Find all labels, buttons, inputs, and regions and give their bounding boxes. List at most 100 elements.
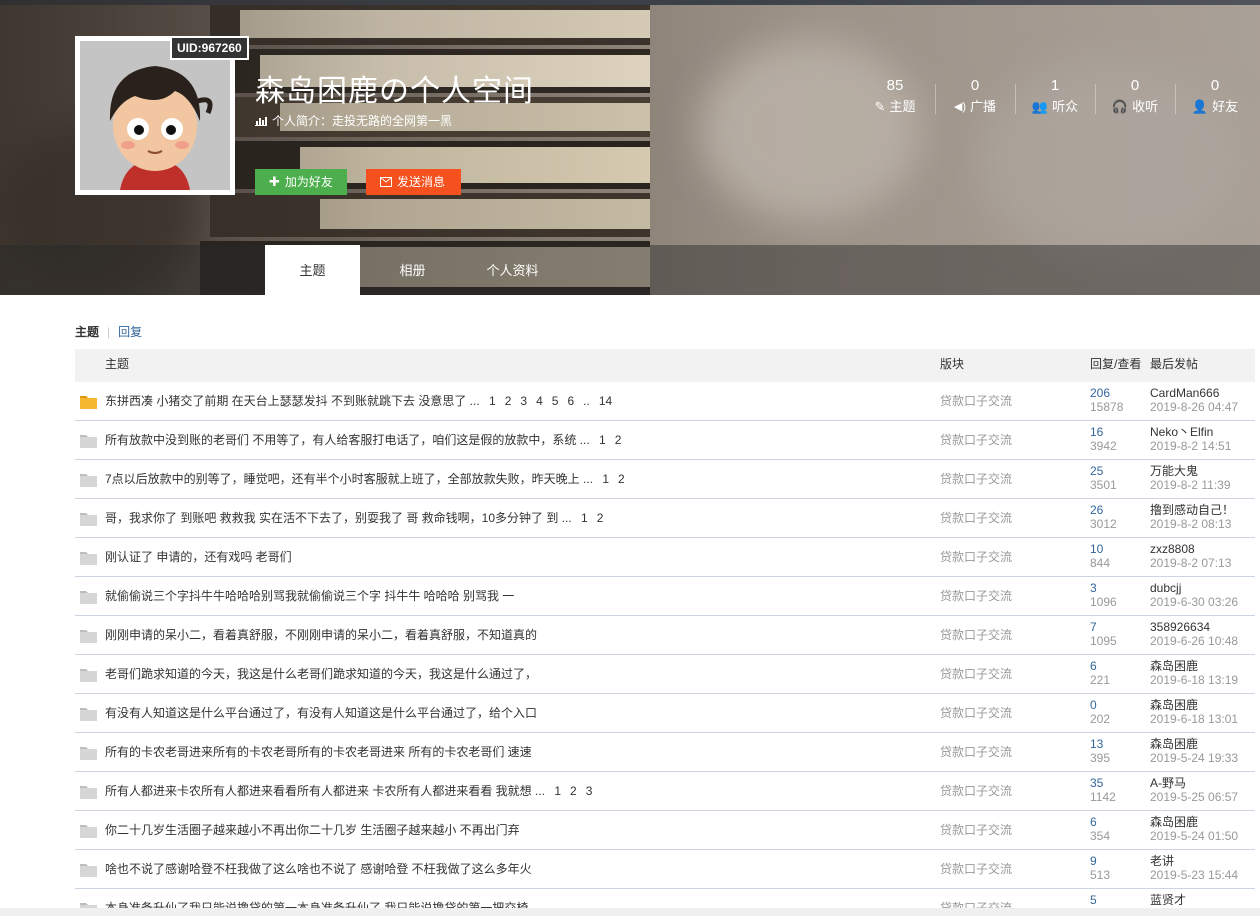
thread-title[interactable]: 啥也不说了感谢哈登不枉我做了这么啥也不说了 感谢哈登 不枉我做了这么多年火 [105,862,532,876]
last-post-user[interactable]: A-野马 [1150,776,1186,790]
last-post-time[interactable]: 2019-5-24 19:33 [1150,751,1238,765]
last-post-time[interactable]: 2019-8-2 14:51 [1150,439,1231,453]
stat-following[interactable]: 0 🎧 收听 [1095,78,1175,120]
page-link[interactable]: .. [583,394,590,408]
last-post-time[interactable]: 2019-8-2 11:39 [1150,478,1231,492]
last-post-user[interactable]: 万能大鬼 [1150,464,1198,478]
last-post-time[interactable]: 2019-6-26 10:48 [1150,634,1238,648]
page-link[interactable]: 2 [505,394,512,408]
stat-friends[interactable]: 0 👤 好友 [1175,78,1255,120]
thread-title[interactable]: 刚认证了 申请的，还有戏吗 老哥们 [105,550,292,564]
thread-title[interactable]: 刚刚申请的呆小二，看着真舒服，不刚刚申请的呆小二，看着真舒服，不知道真的 [105,628,537,642]
page-link[interactable]: 6 [567,394,574,408]
thread-forum[interactable]: 贷款口子交流 [940,694,1012,732]
header-counts: 回复/查看 [1090,357,1142,371]
last-post-user[interactable]: zxz8808 [1150,542,1195,556]
page-link[interactable]: 14 [599,394,612,408]
stat-broadcast[interactable]: 0 ◀) 广播 [935,78,1015,120]
thread-replies[interactable]: 6 [1090,815,1097,829]
sub-navigation: 主题 | 回复 [75,323,142,340]
thread-replies[interactable]: 26 [1090,503,1103,517]
last-post-user[interactable]: 蓝贤才 [1150,893,1186,907]
subnav-topics[interactable]: 主题 [75,323,99,340]
thread-forum[interactable]: 贷款口子交流 [940,772,1012,810]
last-post-time[interactable]: 2019-8-26 04:47 [1150,400,1238,414]
thread-title[interactable]: 有没有人知道这是什么平台通过了，有没有人知道这是什么平台通过了，给个入口 [105,706,537,720]
last-post-time[interactable]: 2019-5-25 06:57 [1150,790,1238,804]
thread-title[interactable]: 哥，我求你了 到账吧 救救我 实在活不下去了，别耍我了 哥 救命钱啊，10多分钟… [105,511,572,525]
page-link[interactable]: 2 [597,511,604,525]
subnav-separator: | [107,324,111,339]
last-post-user[interactable]: Neko丶Elfin [1150,425,1213,439]
thread-replies[interactable]: 10 [1090,542,1103,556]
last-post-user[interactable]: 撸到感动自己！ [1150,503,1234,517]
tab-topics[interactable]: 主题 [265,245,360,295]
last-post-user[interactable]: 森岛困鹿 [1150,698,1198,712]
last-post-time[interactable]: 2019-5-24 01:50 [1150,829,1238,843]
thread-forum[interactable]: 贷款口子交流 [940,460,1012,498]
thread-forum[interactable]: 贷款口子交流 [940,382,1012,420]
tab-album[interactable]: 相册 [365,245,460,295]
thread-forum[interactable]: 贷款口子交流 [940,577,1012,615]
tab-profile[interactable]: 个人资料 [465,245,560,295]
thread-replies[interactable]: 25 [1090,464,1103,478]
last-post-time[interactable]: 2019-6-18 13:19 [1150,673,1238,687]
thread-forum[interactable]: 贷款口子交流 [940,421,1012,459]
last-post-user[interactable]: dubcjj [1150,581,1181,595]
last-post-user[interactable]: 森岛困鹿 [1150,815,1198,829]
stat-value: 0 [970,77,980,94]
thread-title[interactable]: 7点以后放款中的别等了，睡觉吧，还有半个小时客服就上班了，全部放款失败，昨天晚上… [105,472,593,486]
thread-title[interactable]: 就偷偷说三个字抖牛牛哈哈哈别骂我就偷偷说三个字 抖牛牛 哈哈哈 别骂我 一 [105,589,514,603]
last-post-time[interactable]: 2019-6-30 03:26 [1150,595,1238,609]
page-link[interactable]: 3 [586,784,593,798]
thread-forum[interactable]: 贷款口子交流 [940,811,1012,849]
thread-title[interactable]: 你二十几岁生活圈子越来越小不再出你二十几岁 生活圈子越来越小 不再出门弃 [105,823,520,837]
thread-forum[interactable]: 贷款口子交流 [940,850,1012,888]
page-link[interactable]: 2 [570,784,577,798]
last-post-user[interactable]: 老讲 [1150,854,1174,868]
thread-forum[interactable]: 贷款口子交流 [940,538,1012,576]
last-post-time[interactable]: 2019-8-2 07:13 [1150,556,1231,570]
thread-title[interactable]: 所有放款中没到账的老哥们 不用等了，有人给客服打电话了，咱们这是假的放款中，系统… [105,433,590,447]
thread-title[interactable]: 东拼西凑 小猪交了前期 在天台上瑟瑟发抖 不到账就跳下去 没意思了 ... [105,394,480,408]
thread-replies[interactable]: 16 [1090,425,1103,439]
last-post-time[interactable]: 2019-8-2 08:13 [1150,517,1231,531]
last-post-user[interactable]: CardMan666 [1150,386,1219,400]
page-link[interactable]: 1 [554,784,561,798]
last-post-time[interactable]: 2019-5-23 15:44 [1150,868,1238,882]
thread-title[interactable]: 老哥们跪求知道的今天，我这是什么老哥们跪求知道的今天，我这是什么通过了， [105,667,537,681]
stat-topics[interactable]: 85 ✎ 主题 [855,78,935,120]
page-link[interactable]: 4 [536,394,543,408]
add-friend-button[interactable]: ✚ 加为好友 [255,169,347,195]
page-link[interactable]: 2 [615,433,622,447]
page-link[interactable]: 1 [599,433,606,447]
page-link[interactable]: 5 [552,394,559,408]
thread-replies[interactable]: 3 [1090,581,1097,595]
thread-replies[interactable]: 9 [1090,854,1097,868]
thread-forum[interactable]: 贷款口子交流 [940,733,1012,771]
send-message-button[interactable]: 发送消息 [366,169,461,195]
thread-replies[interactable]: 5 [1090,893,1097,907]
thread-replies[interactable]: 6 [1090,659,1097,673]
last-post-user[interactable]: 森岛困鹿 [1150,659,1198,673]
thread-forum[interactable]: 贷款口子交流 [940,499,1012,537]
page-link[interactable]: 3 [520,394,527,408]
stat-listeners[interactable]: 1 👥 听众 [1015,78,1095,120]
thread-replies[interactable]: 0 [1090,698,1097,712]
thread-forum[interactable]: 贷款口子交流 [940,616,1012,654]
thread-replies[interactable]: 206 [1090,386,1110,400]
last-post-time[interactable]: 2019-6-18 13:01 [1150,712,1238,726]
last-post-user[interactable]: 森岛困鹿 [1150,737,1198,751]
thread-title[interactable]: 所有的卡农老哥进来所有的卡农老哥所有的卡农老哥进来 所有的卡农老哥们 速速 [105,745,532,759]
last-post-user[interactable]: 358926634 [1150,620,1210,634]
thread-replies[interactable]: 35 [1090,776,1103,790]
page-link[interactable]: 1 [581,511,588,525]
page-link[interactable]: 1 [489,394,496,408]
thread-replies[interactable]: 13 [1090,737,1103,751]
thread-replies[interactable]: 7 [1090,620,1097,634]
page-link[interactable]: 2 [618,472,625,486]
thread-forum[interactable]: 贷款口子交流 [940,655,1012,693]
subnav-replies[interactable]: 回复 [118,323,142,340]
thread-title[interactable]: 所有人都进来卡农所有人都进来看看所有人都进来 卡农所有人都进来看看 我就想 ..… [105,784,545,798]
page-link[interactable]: 1 [602,472,609,486]
